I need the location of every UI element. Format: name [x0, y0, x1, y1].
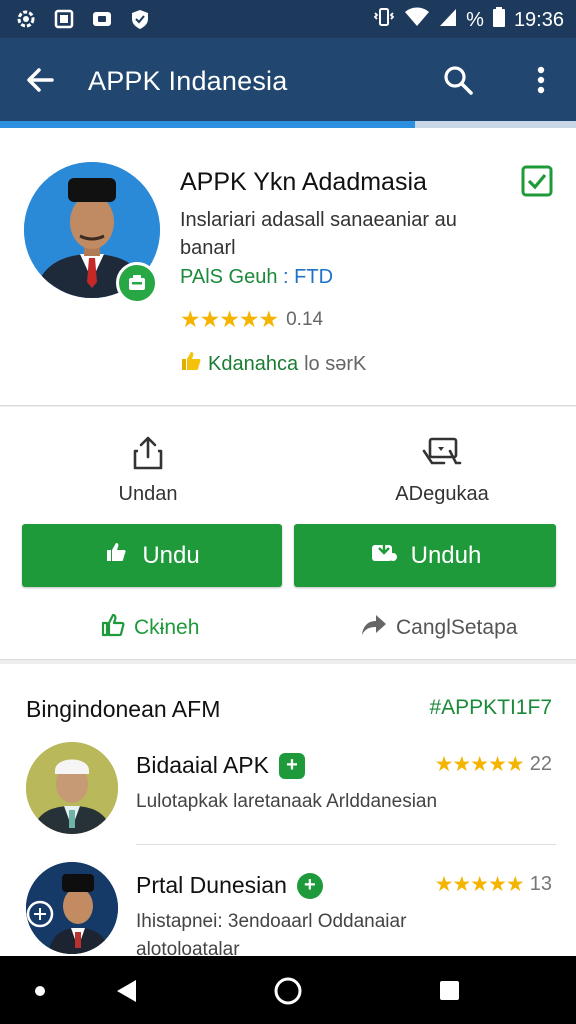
- list-item-title: Bidaaial APK: [136, 752, 269, 778]
- actions-card: Undan ADegukaa Undu Unduh Ckɨneh CanglSe…: [0, 407, 576, 660]
- back-arrow-icon[interactable]: [22, 62, 58, 98]
- app-meta-left: PAlS Geuh: [180, 266, 278, 288]
- status-bar: % 19:36: [0, 0, 576, 38]
- transfer-icon: [422, 437, 462, 465]
- rating-value: 0.14: [286, 308, 324, 330]
- loading-progress-fill: [0, 121, 415, 128]
- recommendation-subtext: lo sərK: [304, 352, 367, 375]
- signal-icon: [438, 6, 458, 34]
- nav-dot-icon: [35, 986, 45, 996]
- wifi-icon: [404, 6, 430, 34]
- plus-badge-icon: +: [278, 752, 305, 779]
- list-item-title: Prtal Dunesian: [136, 872, 287, 898]
- share-icon: [133, 436, 163, 470]
- app-meta-right: FTD: [294, 266, 334, 288]
- battery-icon: [492, 6, 506, 34]
- download-icon: [104, 539, 130, 572]
- app-meta: PAlS Geuh : FTD: [180, 266, 333, 289]
- list-item-rating: ★★★★★ 13: [435, 872, 552, 897]
- list-item-avatar: [26, 862, 118, 954]
- like-link-label: Ckɨneh: [134, 616, 200, 639]
- page-title: APPK Indanesia: [88, 66, 288, 96]
- section-link[interactable]: #APPKTI1F7: [429, 696, 552, 720]
- download-button-left-label: Undu: [142, 541, 200, 569]
- list-item-avatar: [26, 742, 118, 834]
- nav-home-icon[interactable]: [274, 977, 302, 1005]
- loading-progress-bar: [0, 121, 576, 128]
- share-action-label: Undan: [118, 483, 178, 505]
- section-title: Bingindonean AFM: [26, 696, 221, 722]
- battery-percent: %: [466, 8, 484, 31]
- verified-badge-icon: [116, 262, 158, 304]
- list-item-description: Lulotapkak laretanaak Arlddanesian: [136, 791, 438, 812]
- checkbox-checked-icon[interactable]: [520, 164, 554, 198]
- share-action[interactable]: Undan: [96, 435, 200, 506]
- app-bar: APPK Indanesia: [0, 38, 576, 128]
- nav-recents-icon[interactable]: [440, 981, 459, 1000]
- install-action-label: ADegukaa: [395, 483, 489, 505]
- thumbs-up-outline-icon: [100, 612, 126, 644]
- plus-badge-icon: +: [296, 872, 323, 899]
- list-item-rating-value: 13: [529, 873, 552, 895]
- vibrate-icon: [372, 6, 396, 34]
- related-apps-card: Bingindonean AFM #APPKTI1F7 Bidaaial APK…: [0, 664, 576, 960]
- app-rating: ★★★★★ 0.14: [180, 306, 323, 333]
- share-link[interactable]: CanglSetapa: [360, 612, 517, 644]
- share-link-label: CanglSetapa: [396, 616, 518, 639]
- list-item-title-row: Prtal Dunesian +: [136, 872, 323, 899]
- download-button-left[interactable]: Undu: [22, 524, 282, 587]
- list-item-rating: ★★★★★ 22: [435, 752, 552, 777]
- clock: 19:36: [513, 8, 564, 31]
- star-rating-icon: ★★★★★: [434, 873, 525, 896]
- recommendation: Kdanahca lo sərK: [180, 350, 366, 378]
- share-arrow-icon: [360, 612, 388, 644]
- list-divider: [136, 844, 556, 845]
- app-meta-separator: :: [283, 266, 289, 288]
- star-rating-icon: ★★★★★: [434, 753, 525, 776]
- star-rating-icon: ★★★★★: [180, 306, 279, 332]
- search-icon[interactable]: [440, 62, 476, 98]
- app-description: Inslariari adasall sanaeaniar au banarl: [180, 209, 457, 259]
- nav-back-icon[interactable]: [117, 980, 136, 1002]
- download-button-right-label: Unduh: [410, 541, 482, 569]
- more-options-icon[interactable]: [526, 62, 556, 98]
- shield-notification-icon: [128, 7, 152, 31]
- list-item-rating-value: 22: [529, 753, 552, 775]
- settings-notification-icon: [14, 7, 38, 31]
- thumbs-up-icon: [180, 350, 202, 378]
- install-action[interactable]: ADegukaa: [390, 435, 494, 506]
- like-link[interactable]: Ckɨneh: [100, 612, 199, 644]
- list-item-title-row: Bidaaial APK +: [136, 752, 305, 779]
- app-details-card: APPK Ykn Adadmasia Inslariari adasall sa…: [0, 128, 576, 406]
- message-notification-icon: [90, 7, 114, 31]
- image-notification-icon: [52, 7, 76, 31]
- recommendation-text: Kdanahca: [208, 352, 299, 375]
- download-button-right[interactable]: Unduh: [294, 524, 556, 587]
- app-title: APPK Ykn Adadmasia: [180, 168, 427, 196]
- download-hand-icon: [369, 539, 399, 572]
- navigation-bar: [0, 956, 576, 1024]
- list-item[interactable]: Bidaaial APK + Lulotapkak laretanaak Arl…: [0, 738, 576, 858]
